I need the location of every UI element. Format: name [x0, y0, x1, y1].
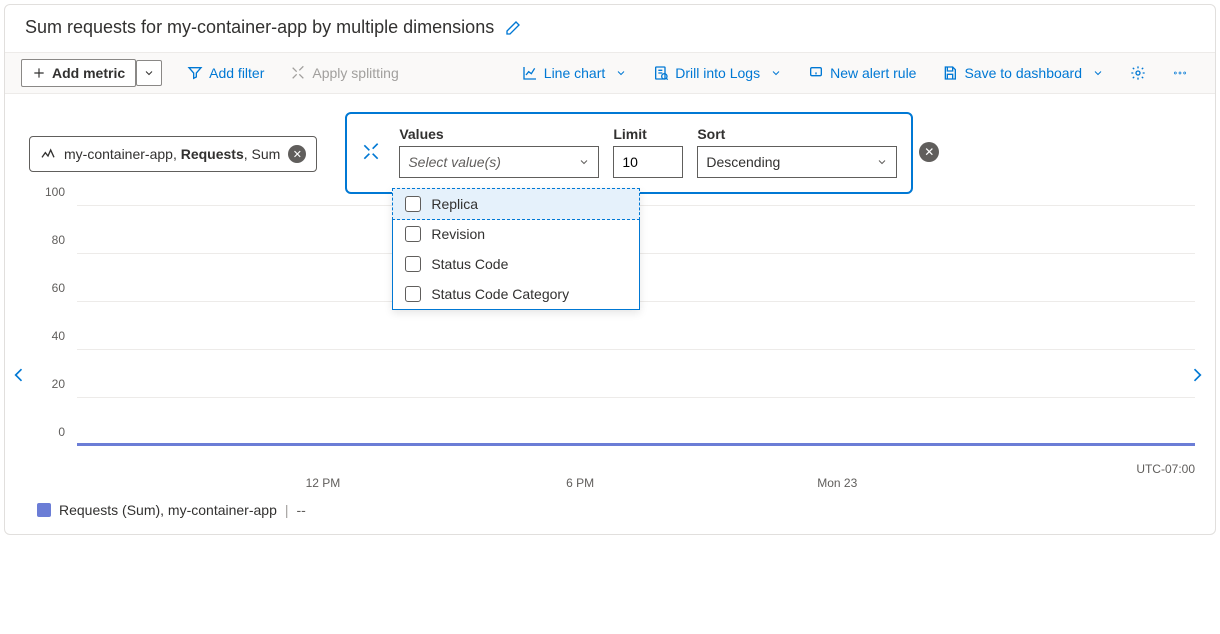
- chip-text: my-container-app, Requests, Sum: [64, 146, 280, 162]
- limit-field: Limit: [613, 126, 683, 178]
- next-arrow[interactable]: [1187, 365, 1211, 389]
- checkbox[interactable]: [405, 196, 421, 212]
- title-row: Sum requests for my-container-app by mul…: [21, 17, 1199, 38]
- new-alert-button[interactable]: New alert rule: [797, 59, 927, 87]
- prev-arrow[interactable]: [9, 365, 33, 389]
- add-metric-button[interactable]: Add metric: [21, 59, 136, 87]
- legend-value: --: [297, 502, 306, 518]
- metric-chip[interactable]: my-container-app, Requests, Sum ✕: [29, 136, 317, 172]
- chevron-down-icon: [876, 156, 888, 168]
- apply-splitting-button: Apply splitting: [279, 59, 409, 87]
- close-icon[interactable]: ✕: [919, 142, 939, 162]
- timezone-label: UTC-07:00: [1136, 462, 1195, 476]
- toolbar: Add metric Add filter Apply splitting Li…: [5, 52, 1215, 94]
- checkbox[interactable]: [405, 286, 421, 302]
- splitting-panel: Values Select value(s) Limit Sort Descen…: [345, 112, 913, 194]
- settings-button[interactable]: [1119, 59, 1157, 87]
- data-series-line: [77, 443, 1195, 446]
- dropdown-item-replica[interactable]: Replica: [392, 188, 640, 220]
- dropdown-item-revision[interactable]: Revision: [393, 219, 639, 249]
- chevron-down-icon: [578, 156, 590, 168]
- more-button[interactable]: [1161, 59, 1199, 87]
- dropdown-item-status-code[interactable]: Status Code: [393, 249, 639, 279]
- line-chart-button[interactable]: Line chart: [511, 59, 638, 87]
- legend-label: Requests (Sum), my-container-app: [59, 502, 277, 518]
- metrics-card: Sum requests for my-container-app by mul…: [4, 4, 1216, 535]
- values-field: Values Select value(s): [399, 126, 599, 178]
- checkbox[interactable]: [405, 226, 421, 242]
- metric-config-row: my-container-app, Requests, Sum ✕ Values…: [21, 112, 1199, 194]
- drill-logs-button[interactable]: Drill into Logs: [642, 59, 793, 87]
- y-axis: 0 20 40 60 80 100: [25, 206, 73, 446]
- limit-input[interactable]: [613, 146, 683, 178]
- legend-swatch: [37, 503, 51, 517]
- add-metric-dropdown[interactable]: [136, 60, 162, 86]
- close-icon[interactable]: ✕: [288, 145, 306, 163]
- chart-legend: Requests (Sum), my-container-app | --: [21, 502, 1199, 518]
- add-filter-button[interactable]: Add filter: [176, 59, 275, 87]
- edit-title-icon[interactable]: [504, 19, 522, 37]
- checkbox[interactable]: [405, 256, 421, 272]
- sort-field: Sort Descending: [697, 126, 897, 178]
- dropdown-item-status-code-category[interactable]: Status Code Category: [393, 279, 639, 309]
- save-dashboard-button[interactable]: Save to dashboard: [931, 59, 1115, 87]
- values-dropdown: Replica Revision Status Code Status Code…: [392, 188, 640, 310]
- metric-icon: [40, 146, 56, 162]
- sort-select[interactable]: Descending: [697, 146, 897, 178]
- values-select[interactable]: Select value(s): [399, 146, 599, 178]
- split-icon: [361, 142, 385, 162]
- page-title: Sum requests for my-container-app by mul…: [25, 17, 494, 38]
